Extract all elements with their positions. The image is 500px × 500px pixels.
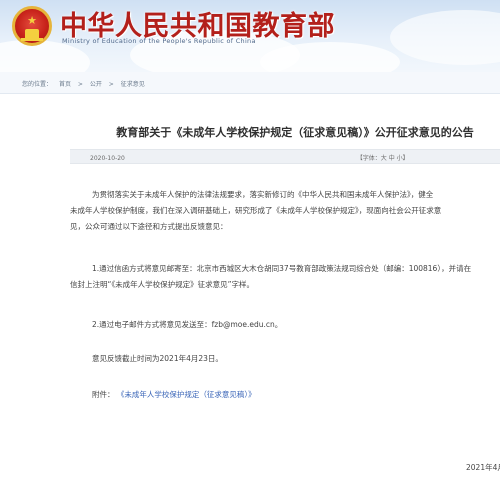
breadcrumb-consultation[interactable]: 征求意见 bbox=[121, 81, 145, 88]
breadcrumb-separator: > bbox=[108, 81, 114, 88]
paragraph-line: 见，公众可通过以下途径和方式提出反馈意见： bbox=[70, 222, 228, 231]
header-cloud bbox=[260, 42, 400, 72]
paragraph-line: 意见反馈截止时间为2021年4月23日。 bbox=[92, 354, 223, 363]
paragraph-line: 信封上注明“《未成年人学校保护规定》征求意见”字样。 bbox=[70, 280, 255, 289]
site-header: ★ 中华人民共和国教育部 Ministry of Education of th… bbox=[0, 0, 500, 72]
article-meta-bar: 2020-10-20 【字体：大 中 小】 bbox=[70, 149, 500, 164]
attachment-link[interactable]: 《未成年人学校保护规定（征求意见稿）》 bbox=[117, 390, 256, 399]
national-emblem-icon[interactable]: ★ bbox=[12, 6, 52, 46]
header-cloud bbox=[390, 10, 500, 65]
breadcrumb: 您的位置： 首页 > 公开 > 征求意见 bbox=[0, 72, 500, 94]
breadcrumb-label: 您的位置： bbox=[22, 81, 53, 88]
attachment-line: 附件： 《未成年人学校保护规定（征求意见稿）》 bbox=[92, 390, 256, 400]
paragraph-line: 未成年人学校保护制度，我们在深入调研基础上，研究形成了《未成年人学校保护规定》，… bbox=[70, 206, 442, 215]
article-content: 教育部关于《未成年人学校保护规定（征求意见稿）》公开征求意见的公告 2020-1… bbox=[0, 94, 500, 500]
attachment-label: 附件： bbox=[92, 390, 115, 399]
paragraph-line: 2.通过电子邮件方式将意见发送至：fzb@moe.edu.cn。 bbox=[92, 320, 283, 329]
breadcrumb-separator: > bbox=[77, 81, 83, 88]
paragraph-line: 为贯彻落实关于未成年人保护的法律法规要求，落实新修订的《中华人民共和国未成年人保… bbox=[92, 190, 434, 199]
signature-date: 2021年4月 bbox=[466, 463, 500, 472]
paragraph-line: 1.通过信函方式将意见邮寄至：北京市西城区大木仓胡同37号教育部政策法规司综合处… bbox=[92, 264, 472, 273]
site-subtitle: Ministry of Education of the People's Re… bbox=[62, 37, 256, 45]
publish-date: 2020-10-20 bbox=[90, 155, 125, 162]
breadcrumb-public[interactable]: 公开 bbox=[90, 81, 102, 88]
font-size-selector[interactable]: 【字体：大 中 小】 bbox=[357, 155, 409, 162]
breadcrumb-home[interactable]: 首页 bbox=[59, 81, 71, 88]
article-title: 教育部关于《未成年人学校保护规定（征求意见稿）》公开征求意见的公告 bbox=[116, 126, 474, 139]
